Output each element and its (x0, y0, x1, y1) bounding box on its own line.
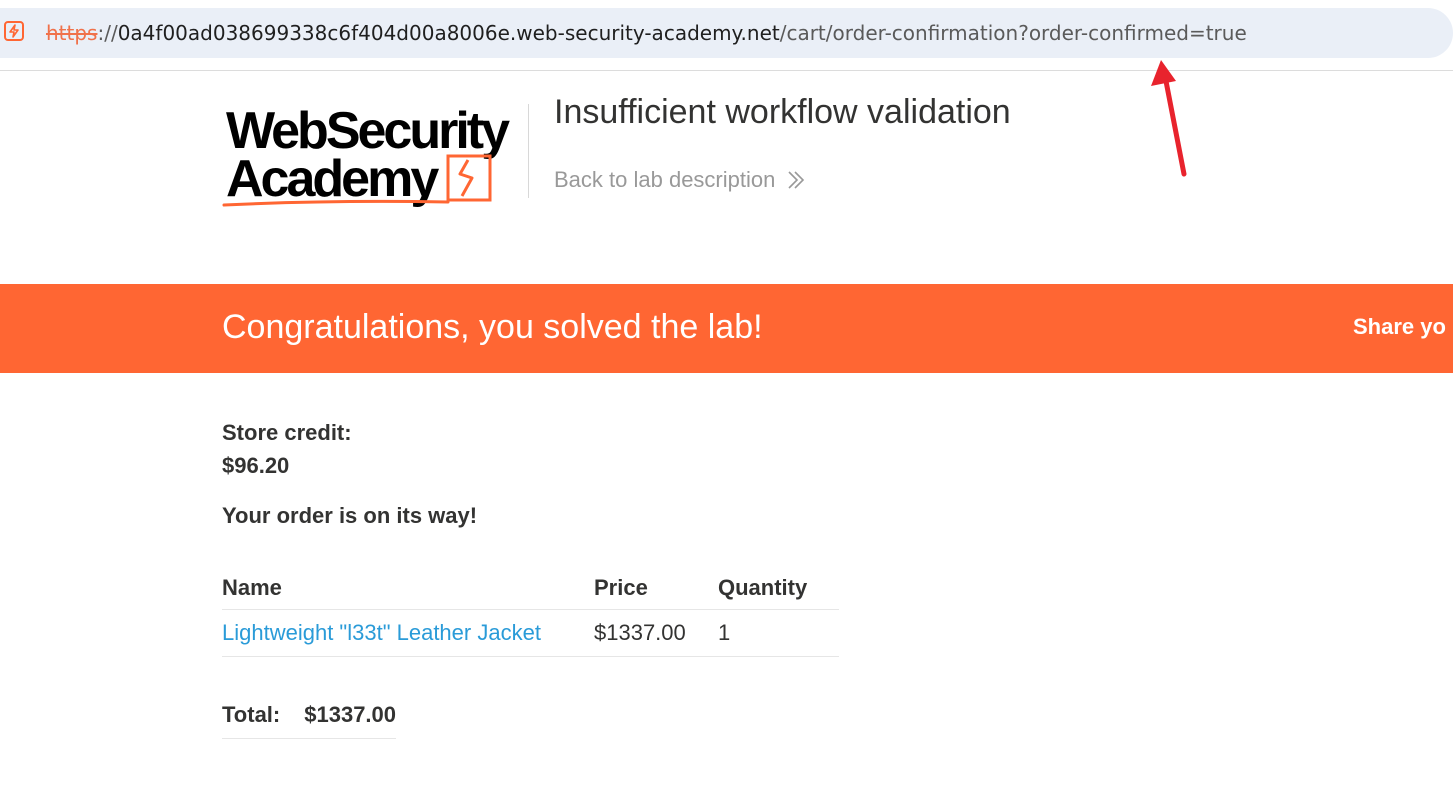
url-path: /cart/order-confirmation?order-confirmed… (779, 21, 1247, 45)
annotation-arrow (1151, 60, 1187, 177)
store-credit-value: $96.20 (222, 453, 290, 478)
url-separator: :// (97, 21, 118, 45)
column-header-name: Name (222, 566, 594, 610)
product-price-cell: $1337.00 (594, 609, 718, 657)
logo-line2: Academy (226, 150, 439, 208)
table-header-row: Name Price Quantity (222, 566, 839, 610)
table-row: Lightweight "l33t" Leather Jacket $1337.… (222, 609, 839, 657)
product-link[interactable]: Lightweight "l33t" Leather Jacket (222, 620, 541, 645)
order-total-table: Total: $1337.00 (222, 692, 397, 739)
double-chevron-right-icon (788, 171, 805, 189)
url-domain: 0a4f00ad038699338c6f404d00a8006e.web-sec… (117, 21, 780, 45)
web-security-academy-logo[interactable]: WebSecurity Academy (222, 100, 522, 212)
browser-toolbar: https://0a4f00ad038699338c6f404d00a8006e… (0, 0, 1453, 71)
lightning-bolt-icon[interactable] (4, 21, 24, 41)
lab-title: Insufficient workflow validation (554, 93, 1011, 131)
column-header-price: Price (594, 566, 718, 610)
share-button[interactable]: Share yo (1353, 314, 1446, 340)
address-bar[interactable]: https://0a4f00ad038699338c6f404d00a8006e… (0, 8, 1453, 58)
order-status-message: Your order is on its way! (222, 503, 478, 528)
order-items-table: Name Price Quantity Lightweight "l33t" L… (222, 566, 839, 657)
solved-message: Congratulations, you solved the lab! (222, 308, 763, 346)
header-divider (528, 104, 529, 198)
url-scheme: https (46, 21, 98, 45)
lab-solved-banner: Congratulations, you solved the lab! Sha… (0, 284, 1453, 373)
product-quantity-cell: 1 (718, 609, 839, 657)
back-to-lab-description-link[interactable]: Back to lab description (554, 167, 805, 193)
store-credit-label: Store credit: (222, 420, 352, 445)
product-name-cell: Lightweight "l33t" Leather Jacket (222, 609, 594, 657)
back-link-label: Back to lab description (554, 167, 776, 192)
column-header-quantity: Quantity (718, 566, 839, 610)
total-row: Total: $1337.00 (222, 692, 397, 739)
total-label: Total: (222, 692, 305, 739)
total-value: $1337.00 (304, 692, 397, 739)
url-text[interactable]: https://0a4f00ad038699338c6f404d00a8006e… (46, 21, 1247, 45)
